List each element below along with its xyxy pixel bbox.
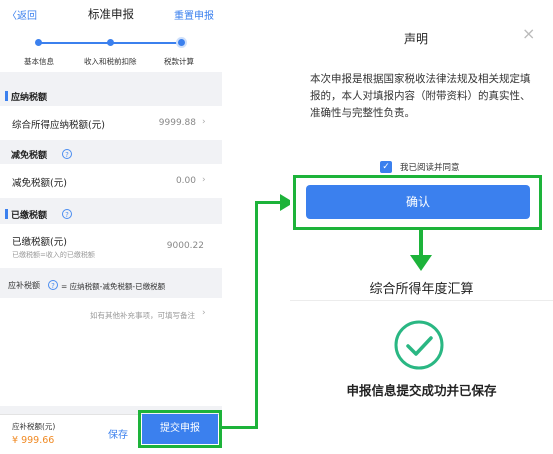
row-value: 9999.88 — [158, 118, 196, 128]
step-label-tax: 税款计算 — [164, 57, 194, 66]
remark-hint: 如有其他补充事项，可填写备注 — [90, 311, 195, 320]
progress-steps: 基本信息 收入和税前扣除 税款计算 — [0, 30, 222, 72]
due-value: ¥ 999.66 — [12, 435, 55, 446]
section-marker — [5, 91, 8, 101]
row-sublabel: 已缴税额=收入的已缴税额 — [12, 251, 95, 259]
arrow-down-icon — [410, 255, 432, 271]
chevron-right-icon: › — [202, 175, 206, 185]
dialog-title: 声明 — [404, 32, 429, 46]
submit-button[interactable]: 提交申报 — [142, 414, 218, 444]
formula-line: 应补税额 ? = 应纳税额-减免税额-已缴税额 — [0, 276, 222, 296]
due-label: 应补税额(元) — [12, 422, 56, 431]
divider — [290, 300, 553, 301]
help-icon[interactable]: ? — [62, 149, 72, 159]
section-paid: 已缴税额 ? — [0, 204, 222, 224]
section-title: 应纳税额 — [11, 93, 48, 103]
remark-area[interactable]: 如有其他补充事项，可填写备注 › — [0, 298, 222, 406]
step-dot-2 — [107, 39, 114, 46]
help-icon[interactable]: ? — [48, 280, 58, 290]
formula-label: 应补税额 — [8, 281, 40, 290]
row-label: 已缴税额(元) — [12, 237, 67, 248]
declaration-form-screen: 〈返回 标准申报 重置申报 基本信息 收入和税前扣除 税款计算 应纳税额 综合所… — [0, 0, 222, 454]
row-value: 9000.22 — [166, 241, 204, 251]
step-label-basic: 基本信息 — [24, 57, 54, 66]
step-dot-1 — [35, 39, 42, 46]
step-dot-3-current — [176, 37, 187, 48]
row-payable[interactable]: 综合所得应纳税额(元) 9999.88 › — [0, 106, 222, 140]
row-relief[interactable]: 减免税额(元) 0.00 › — [0, 164, 222, 198]
connector-vertical — [255, 202, 258, 429]
close-icon[interactable]: × — [522, 24, 535, 43]
reset-button[interactable]: 重置申报 — [174, 7, 214, 22]
nav-bar: 〈返回 标准申报 重置申报 — [0, 0, 222, 30]
dialog-body: 本次申报是根据国家税收法律法规及相关规定填报的，本人对填报内容（附带资料）的真实… — [310, 73, 531, 119]
chevron-right-icon: › — [202, 308, 206, 318]
row-label: 减免税额(元) — [12, 178, 67, 189]
row-paid: 已缴税额(元) 已缴税额=收入的已缴税额 9000.22 — [0, 224, 222, 268]
save-button[interactable]: 保存 — [108, 426, 128, 441]
confirm-button[interactable]: 确认 — [306, 185, 530, 219]
section-marker — [5, 209, 8, 219]
result-heading: 综合所得年度汇算 — [369, 282, 474, 297]
checkmark-icon[interactable]: ✓ — [380, 161, 392, 173]
section-title: 减免税额 — [11, 151, 48, 161]
success-check-icon — [394, 320, 444, 370]
section-title: 已缴税额 — [11, 211, 48, 221]
section-payable: 应纳税额 — [0, 86, 222, 106]
connector-to-confirm — [255, 201, 283, 204]
row-label: 综合所得应纳税额(元) — [12, 120, 105, 131]
connector-horizontal — [222, 426, 258, 429]
agree-label: 我已阅读并同意 — [400, 163, 460, 173]
section-relief: 减免税额 ? — [0, 144, 222, 164]
formula-text: = 应纳税额-减免税额-已缴税额 — [61, 282, 166, 291]
chevron-right-icon: › — [202, 117, 206, 127]
result-message: 申报信息提交成功并已保存 — [346, 383, 497, 398]
row-value: 0.00 — [175, 176, 196, 186]
help-icon[interactable]: ? — [62, 209, 72, 219]
step-label-income: 收入和税前扣除 — [84, 57, 137, 66]
